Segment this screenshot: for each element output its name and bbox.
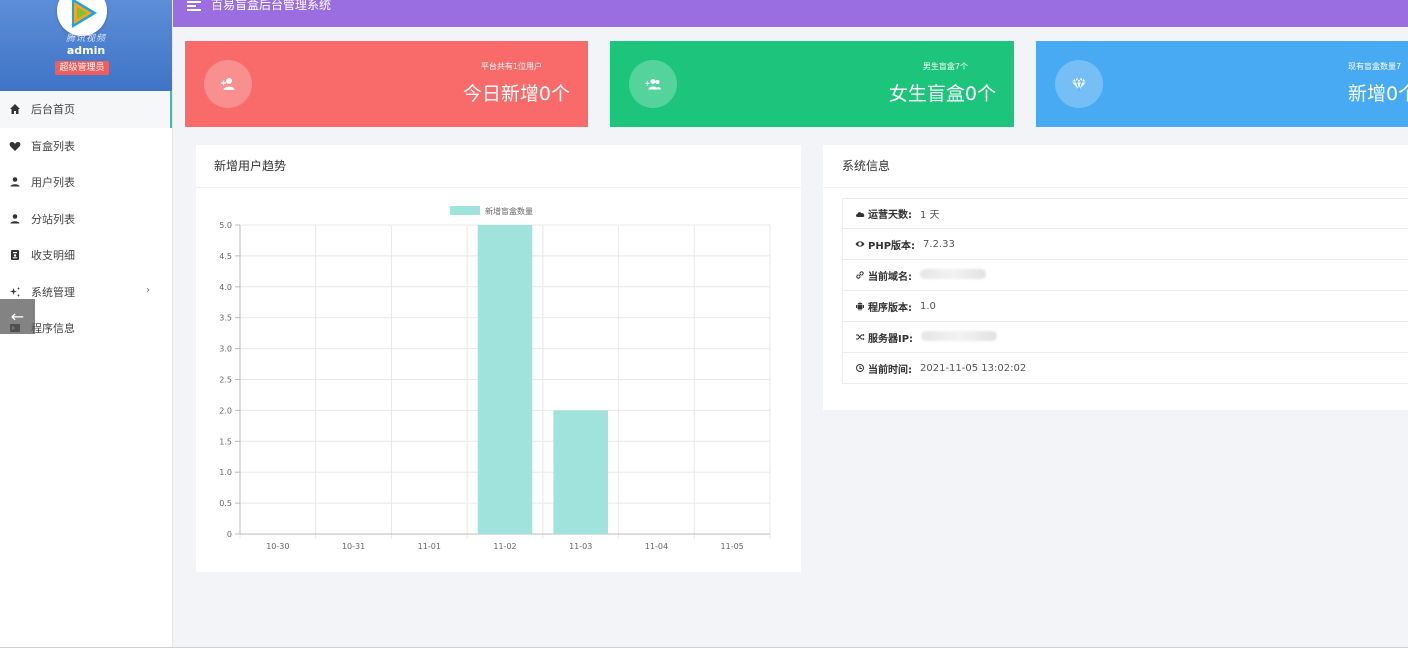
heart-icon <box>8 139 22 153</box>
user-icon <box>8 175 22 189</box>
y-tick-label: 3.5 <box>219 314 232 323</box>
info-row-program-version: 程序版本: 1.0 <box>842 291 1408 322</box>
stat-card-value: 今日新增0个 <box>462 83 570 105</box>
sidebar-item-label: 用户列表 <box>31 176 75 190</box>
stat-card-value: 女生盲盒0个 <box>888 83 996 105</box>
profile-panel: 腾讯视频 admin 超级管理员 <box>0 0 172 91</box>
y-tick-label: 5.0 <box>219 221 232 230</box>
y-tick-label: 0 <box>227 530 232 539</box>
y-tick-label: 0.5 <box>219 499 232 508</box>
y-tick-label: 4.0 <box>219 283 232 292</box>
home-icon <box>8 102 22 116</box>
sidebar-item-user-list[interactable]: 用户列表 <box>0 164 172 201</box>
user-icon <box>8 212 22 226</box>
y-tick-label: 2.5 <box>219 376 232 385</box>
stat-card-subtitle: 平台共有1位用户 <box>480 62 542 71</box>
sidebar-item-label: 分站列表 <box>31 212 75 226</box>
bar-chart: 0 0.5 1.0 1.5 2.0 2.5 3.0 3.5 4.0 4.5 5.0 10-30 10-3… <box>219 206 771 551</box>
x-tick-label: 10-30 <box>266 542 289 551</box>
info-row-server-ip: 服务器IP: <box>842 322 1408 353</box>
sidebar-item-label: 收支明细 <box>31 249 75 263</box>
menu-toggle-icon[interactable] <box>187 1 201 11</box>
shuffle-icon <box>855 332 865 342</box>
system-info-panel: 系统信息 运营天数: 1 天 PHP版本: 7.2.33 当前域名: 程序版本:… <box>823 145 1408 410</box>
info-row-current-time: 当前时间: 2021-11-05 13:02:02 <box>842 353 1408 384</box>
role-badge: 超级管理员 <box>55 61 109 75</box>
sidebar-item-home[interactable]: 后台首页 <box>0 91 172 128</box>
y-tick-label: 3.0 <box>219 345 232 354</box>
bar <box>553 410 608 534</box>
diamond-icon <box>1055 60 1103 108</box>
system-title: 百易盲盒后台管理系统 <box>211 0 332 12</box>
x-tick-label: 11-01 <box>418 542 441 551</box>
stat-card-subtitle: 男生盲盒7个 <box>922 62 968 71</box>
system-info-table: 运营天数: 1 天 PHP版本: 7.2.33 当前域名: 程序版本: 1.0 … <box>842 198 1408 384</box>
panel-title: 系统信息 <box>823 145 1408 188</box>
x-tick-label: 11-04 <box>645 542 668 551</box>
sidebar-item-label: 程序信息 <box>31 322 75 336</box>
panel-title: 新增用户趋势 <box>196 145 801 188</box>
chevron-right-icon: › <box>146 284 150 296</box>
info-row-domain: 当前域名: <box>842 260 1408 291</box>
sidebar-item-substation-list[interactable]: 分站列表 <box>0 201 172 238</box>
redacted-ip <box>921 330 998 344</box>
stat-card-inventory: 现有盲盒数量7 新增0个 <box>1036 41 1408 127</box>
android-icon <box>855 301 865 311</box>
user-plus-icon <box>204 60 252 108</box>
stat-card-users: 平台共有1位用户 今日新增0个 <box>185 41 588 127</box>
x-tick-label: 10-31 <box>342 542 365 551</box>
sidebar-item-label: 盲盒列表 <box>31 139 75 153</box>
x-tick-label: 11-02 <box>493 542 516 551</box>
clock-icon <box>855 363 865 373</box>
y-tick-label: 4.5 <box>219 252 232 261</box>
sidebar-item-label: 系统管理 <box>31 285 75 299</box>
legend-swatch <box>450 206 480 215</box>
magic-icon <box>8 285 22 299</box>
logo-text: 腾讯视频 <box>65 34 106 44</box>
y-tick-label: 2.0 <box>219 406 232 415</box>
cloud-icon <box>855 209 865 219</box>
sidebar-item-label: 后台首页 <box>31 103 75 117</box>
users-plus-icon <box>629 60 677 108</box>
eye-icon <box>855 239 865 249</box>
y-tick-label: 1.0 <box>219 468 232 477</box>
new-user-trend-panel: 新增用户趋势 0 0.5 1.0 1.5 2.0 2.5 3.0 3.5 4.0 4.5 5.0 10… <box>196 145 801 572</box>
info-row-php-version: PHP版本: 7.2.33 <box>842 229 1408 260</box>
stat-card-blindboxes: 男生盲盒7个 女生盲盒0个 <box>610 41 1014 127</box>
info-row-run-days: 运营天数: 1 天 <box>842 198 1408 229</box>
redacted-domain <box>920 268 986 282</box>
sidebar-item-finance[interactable]: 收支明细 <box>0 237 172 274</box>
stat-card-subtitle: 现有盲盒数量7 <box>1348 62 1402 71</box>
stat-card-value: 新增0个 <box>1348 83 1408 105</box>
sidebar-item-blindbox-list[interactable]: 盲盒列表 <box>0 128 172 165</box>
legend-label: 新增盲盒数量 <box>485 206 533 216</box>
x-tick-label: 11-03 <box>569 542 592 551</box>
bar <box>477 225 533 534</box>
x-tick-label: 11-05 <box>721 542 744 551</box>
y-tick-label: 1.5 <box>219 437 232 446</box>
back-arrow-button[interactable]: ← <box>0 299 35 334</box>
profile-name: admin <box>66 44 106 57</box>
link-icon <box>855 270 865 280</box>
top-header: 百易盲盒后台管理系统 <box>173 0 1408 27</box>
ledger-icon <box>8 248 22 262</box>
